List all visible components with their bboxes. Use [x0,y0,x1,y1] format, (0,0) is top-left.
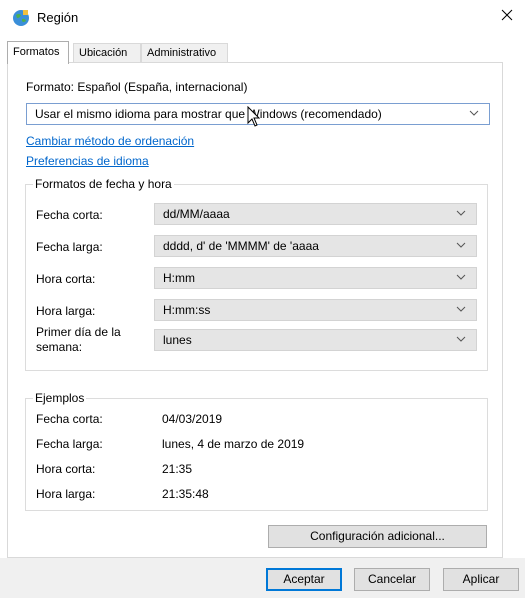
example-long-time-value: 21:35:48 [162,487,209,501]
format-label: Formato: Español (España, internacional) [26,80,248,94]
mouse-cursor-icon [247,106,261,127]
long-date-dropdown[interactable]: dddd, d' de 'MMMM' de 'aaaa [154,235,477,257]
long-time-value: H:mm:ss [163,303,211,317]
short-date-value: dd/MM/aaaa [163,207,230,221]
title-bar: Región [0,0,525,36]
window-title: Región [37,10,79,25]
apply-button[interactable]: Aplicar [443,568,519,591]
short-time-value: H:mm [163,271,195,285]
chevron-down-icon [456,274,466,280]
chevron-down-icon [456,306,466,312]
cancel-button[interactable]: Cancelar [354,568,430,591]
tab-formatos[interactable]: Formatos [7,41,69,64]
chevron-down-icon [456,242,466,248]
chevron-down-icon [456,336,466,342]
ok-button[interactable]: Aceptar [266,568,342,591]
tab-ubicacion[interactable]: Ubicación [73,43,141,62]
example-short-time-label: Hora corta: [36,462,96,476]
example-short-date-value: 04/03/2019 [162,412,223,426]
short-date-dropdown[interactable]: dd/MM/aaaa [154,203,477,225]
chevron-down-icon [456,210,466,216]
additional-settings-button[interactable]: Configuración adicional... [268,525,487,548]
chevron-down-icon [469,110,479,116]
display-language-value: Usar el mismo idioma para mostrar que Wi… [35,107,382,121]
tab-administrativo[interactable]: Administrativo [141,43,228,62]
example-long-date-label: Fecha larga: [36,437,103,451]
first-day-label-line1: Primer día de la [36,325,121,339]
long-time-label: Hora larga: [36,304,96,318]
close-icon [501,9,513,21]
example-long-date-value: lunes, 4 de marzo de 2019 [162,437,305,451]
example-long-time-label: Hora larga: [36,487,96,501]
first-day-value: lunes [163,333,192,347]
close-button[interactable] [489,0,525,30]
first-day-label-line2: semana: [36,340,83,354]
long-time-dropdown[interactable]: H:mm:ss [154,299,477,321]
date-time-formats-legend: Formatos de fecha y hora [33,177,174,191]
language-preferences-link[interactable]: Preferencias de idioma [26,154,149,168]
short-time-dropdown[interactable]: H:mm [154,267,477,289]
short-date-label: Fecha corta: [36,208,103,222]
long-date-value: dddd, d' de 'MMMM' de 'aaaa [163,239,319,253]
globe-icon [13,10,29,26]
example-short-date-label: Fecha corta: [36,412,103,426]
example-short-time-value: 21:35 [162,462,193,476]
short-time-label: Hora corta: [36,272,96,286]
long-date-label: Fecha larga: [36,240,103,254]
examples-legend: Ejemplos [33,391,87,405]
change-sort-link[interactable]: Cambiar método de ordenación [26,134,194,148]
first-day-dropdown[interactable]: lunes [154,329,477,351]
